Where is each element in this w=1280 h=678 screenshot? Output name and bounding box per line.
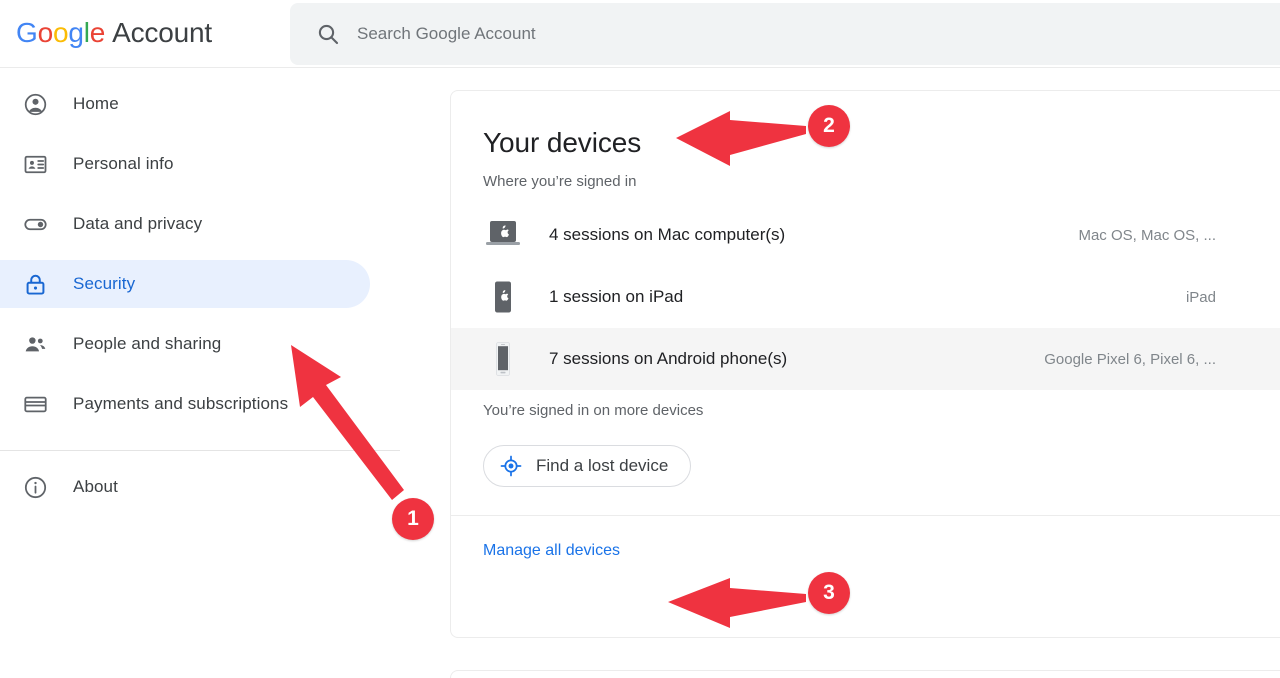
search-icon	[316, 22, 340, 46]
sidebar-item-personal-info[interactable]: Personal info	[0, 140, 370, 188]
table-row[interactable]: 1 session on iPad iPad	[451, 266, 1280, 328]
sidebar-divider	[0, 450, 400, 451]
sidebar-item-payments-and-subscriptions[interactable]: Payments and subscriptions	[0, 380, 370, 428]
find-a-lost-device-button[interactable]: Find a lost device	[483, 445, 692, 487]
device-os: Google Pixel 6, Pixel 6, ...	[1044, 350, 1216, 368]
google-wordmark: Google	[16, 17, 105, 48]
google-logo-letter: G	[16, 17, 38, 48]
annotation-badge-3: 3	[808, 572, 850, 614]
sidebar-item-label: Security	[73, 274, 136, 293]
mac-laptop-icon	[483, 218, 523, 252]
your-devices-card: Your devices Where you’re signed in 4 se…	[450, 90, 1280, 638]
google-account-logo: Google Account	[16, 17, 212, 49]
account-circle-icon	[22, 91, 48, 117]
device-name: 1 session on iPad	[549, 287, 684, 306]
sidebar-item-label: Payments and subscriptions	[73, 394, 289, 413]
search-input[interactable]	[357, 19, 1280, 49]
card-header: Your devices Where you’re signed in	[451, 91, 1280, 190]
find-a-lost-device-label: Find a lost device	[536, 456, 669, 475]
table-row[interactable]: 7 sessions on Android phone(s) Google Pi…	[451, 328, 1280, 390]
sidebar-item-people-and-sharing[interactable]: People and sharing	[0, 320, 370, 368]
ipad-icon	[483, 280, 523, 314]
account-wordmark: Account	[112, 17, 212, 48]
info-circle-icon	[22, 474, 48, 500]
card-subtitle: Where you’re signed in	[483, 173, 637, 190]
sidebar-item-data-and-privacy[interactable]: Data and privacy	[0, 200, 370, 248]
id-card-icon	[22, 151, 48, 177]
sidebar-item-security[interactable]: Security	[0, 260, 370, 308]
device-list: 4 sessions on Mac computer(s) Mac OS, Ma…	[451, 204, 1280, 390]
sidebar-item-label: Data and privacy	[73, 214, 203, 233]
device-name: 7 sessions on Android phone(s)	[549, 349, 788, 368]
device-os: Mac OS, Mac OS, ...	[1078, 226, 1216, 244]
google-logo-letter: o	[52, 17, 69, 48]
google-logo-letter: o	[37, 17, 54, 48]
search-bar[interactable]	[290, 3, 1280, 65]
device-name: 4 sessions on Mac computer(s)	[549, 225, 786, 244]
location-target-icon	[500, 455, 522, 477]
google-logo-letter: e	[89, 17, 106, 48]
android-phone-icon	[483, 342, 523, 376]
device-os: iPad	[1185, 288, 1216, 306]
toggle-switch-icon	[22, 211, 48, 237]
people-icon	[22, 331, 48, 357]
more-devices-note: You’re signed in on more devices	[483, 402, 704, 419]
sidebar-item-label: About	[73, 477, 118, 496]
next-card-partial	[450, 670, 1280, 678]
sidebar-item-about[interactable]: About	[0, 463, 370, 511]
sidebar-item-label: Home	[73, 94, 119, 113]
page-title-your-devices: Your devices	[483, 127, 642, 158]
lock-icon	[22, 271, 48, 297]
table-row[interactable]: 4 sessions on Mac computer(s) Mac OS, Ma…	[451, 204, 1280, 266]
sidebar-nav: Home Personal info Data and privacy Secu…	[0, 68, 400, 678]
app-header: Google Account	[0, 0, 1280, 68]
annotation-badge-1: 1	[392, 498, 434, 540]
google-account-security-page: GoogleAccount Home	[0, 0, 1280, 678]
google-logo-letter: g	[68, 17, 84, 48]
sidebar-item-home[interactable]: Home	[0, 80, 370, 128]
credit-card-icon	[22, 391, 48, 417]
sidebar-item-label: People and sharing	[73, 334, 222, 353]
manage-all-devices-link[interactable]: Manage all devices	[451, 516, 620, 560]
annotation-badge-2: 2	[808, 105, 850, 147]
sidebar-item-label: Personal info	[73, 154, 174, 173]
